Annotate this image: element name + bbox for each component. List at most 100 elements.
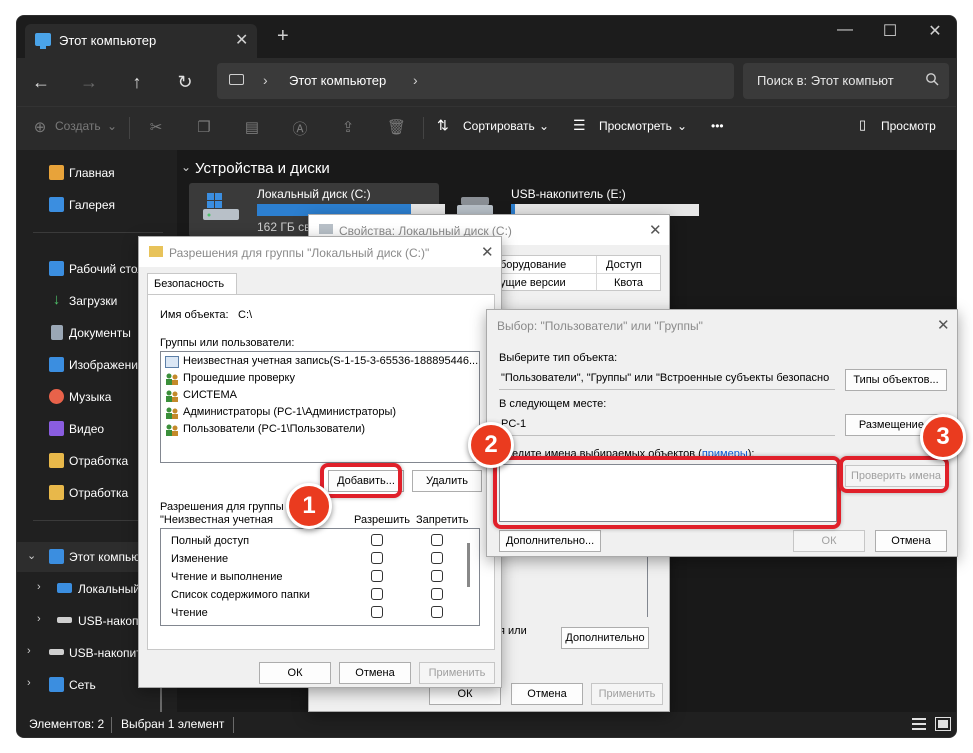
sidebar-item-gallery[interactable]: Галерея — [17, 190, 177, 220]
refresh-button[interactable]: ↻ — [169, 68, 201, 96]
step-badge-1: 1 — [286, 483, 332, 529]
breadcrumb-chevron[interactable]: › — [413, 72, 418, 88]
close-icon[interactable]: ✕ — [481, 243, 494, 261]
chevron-right-icon[interactable]: › — [27, 677, 31, 689]
sort-button[interactable]: Сортировать — [463, 119, 535, 133]
object-name-value: C:\ — [238, 309, 253, 321]
close-window-button[interactable]: ✕ — [912, 21, 956, 41]
cancel-button[interactable]: Отмена — [875, 530, 947, 552]
cancel-button[interactable]: Отмена — [511, 683, 583, 705]
table-cell: ущие версии — [500, 277, 566, 289]
back-button[interactable]: ← — [25, 68, 57, 96]
apply-button[interactable]: Применить — [591, 683, 663, 705]
chevron-down-icon[interactable]: ⌄ — [27, 549, 36, 562]
rename-icon[interactable]: Ⓐ — [291, 118, 309, 138]
list-item[interactable]: Пользователи (PC-1\Пользователи) — [183, 423, 365, 435]
view-button[interactable]: Просмотреть — [599, 119, 672, 133]
download-icon: ↓ — [52, 291, 61, 308]
users-group-icon — [166, 407, 178, 419]
paste-icon[interactable]: ▤ — [243, 118, 261, 136]
create-chevron-icon: ⌄ — [107, 119, 118, 133]
sidebar-item-label: Видео — [69, 422, 105, 436]
ok-button[interactable]: ОК — [259, 662, 331, 684]
create-button[interactable]: Создать — [55, 119, 101, 133]
dialog-title-bar: Выбор: "Пользователи" или "Группы" ✕ — [487, 310, 957, 340]
new-tab-button[interactable]: + — [277, 26, 289, 46]
sidebar-item-label: USB-накопитель — [78, 614, 140, 628]
remove-button[interactable]: Удалить — [412, 470, 482, 492]
chevron-down-icon[interactable]: ⌄ — [181, 160, 191, 174]
cut-icon[interactable]: ✂ — [147, 118, 165, 136]
search-icon — [926, 73, 939, 86]
close-icon[interactable]: ✕ — [937, 316, 950, 334]
deny-checkbox[interactable] — [431, 552, 443, 564]
tab-label: Этот компьютер — [59, 33, 157, 48]
items-count: Элементов: 2 — [29, 717, 105, 731]
list-item[interactable]: Неизвестная учетная запись(S-1-15-3-6553… — [183, 355, 478, 367]
chevron-right-icon[interactable]: › — [27, 645, 31, 657]
highlight-add-button — [320, 463, 402, 498]
allow-checkbox[interactable] — [371, 588, 383, 600]
usb-drive-icon — [57, 617, 72, 623]
maximize-button[interactable]: ☐ — [867, 21, 913, 41]
forward-button[interactable]: → — [73, 68, 105, 96]
list-item[interactable]: СИСТЕМА — [183, 389, 237, 401]
allow-checkbox[interactable] — [371, 534, 383, 546]
allow-checkbox[interactable] — [371, 606, 383, 618]
up-button[interactable]: ↑ — [121, 68, 153, 96]
deny-checkbox[interactable] — [431, 534, 443, 546]
deny-checkbox[interactable] — [431, 588, 443, 600]
chevron-right-icon[interactable]: › — [37, 581, 41, 593]
selection-count: Выбран 1 элемент — [121, 717, 225, 731]
sidebar-item-home[interactable]: Главная — [17, 158, 177, 188]
share-icon[interactable]: ⇪ — [339, 118, 357, 136]
sidebar-item-label: Галерея — [69, 198, 116, 212]
folder-icon — [49, 485, 64, 500]
allow-checkbox[interactable] — [371, 552, 383, 564]
apply-button[interactable]: Применить — [419, 662, 495, 684]
ok-button[interactable]: ОК — [793, 530, 865, 552]
permissions-list: Полный доступ Изменение Чтение и выполне… — [160, 528, 480, 626]
list-border — [647, 551, 651, 617]
copy-icon[interactable]: ❐ — [195, 118, 213, 136]
allow-column-header: Разрешить — [354, 514, 410, 526]
sidebar-item-label: Главная — [69, 166, 115, 180]
permission-name: Изменение — [171, 553, 229, 565]
list-item[interactable]: Прошедшие проверку — [183, 372, 295, 384]
deny-checkbox[interactable] — [431, 570, 443, 582]
close-tab-icon[interactable]: ✕ — [235, 30, 248, 50]
permissions-scrollbar[interactable] — [467, 543, 470, 587]
list-item[interactable]: Администраторы (PC-1\Администраторы) — [183, 406, 396, 418]
advanced-button[interactable]: Дополнительно — [561, 627, 649, 649]
users-list[interactable]: Неизвестная учетная запись(S-1-15-3-6553… — [160, 351, 480, 463]
step-badge-3: 3 — [920, 414, 966, 460]
chevron-right-icon[interactable]: › — [37, 613, 41, 625]
close-icon[interactable]: ✕ — [649, 221, 662, 239]
tiles-view-icon[interactable] — [935, 717, 951, 731]
drive-icon — [319, 224, 333, 234]
allow-checkbox[interactable] — [371, 570, 383, 582]
object-types-button[interactable]: Типы объектов... — [845, 369, 947, 391]
tab-this-pc[interactable]: Этот компьютер ✕ — [25, 24, 257, 58]
sidebar-item-label: Загрузки — [69, 294, 118, 308]
minimize-button[interactable]: — — [822, 21, 868, 39]
details-view-icon[interactable] — [911, 717, 927, 731]
deny-checkbox[interactable] — [431, 606, 443, 618]
sort-icon: ⇅ — [437, 117, 449, 133]
breadcrumb-this-pc[interactable]: Этот компьютер — [289, 73, 386, 88]
more-options-button[interactable]: ••• — [711, 119, 724, 133]
tab-security[interactable]: Безопасность — [147, 273, 237, 295]
toolbar-divider — [423, 117, 424, 139]
cancel-button[interactable]: Отмена — [339, 662, 411, 684]
search-input[interactable]: Поиск в: Этот компьют — [743, 63, 949, 99]
users-group-icon — [166, 373, 178, 385]
address-bar[interactable]: › Этот компьютер › — [217, 63, 734, 99]
delete-icon[interactable]: 🗑 — [387, 118, 406, 136]
advanced-button[interactable]: Дополнительно... — [499, 530, 601, 552]
preview-button[interactable]: Просмотр — [881, 119, 936, 133]
unknown-account-icon — [165, 356, 179, 368]
music-icon — [49, 389, 64, 404]
pictures-icon — [49, 357, 64, 372]
home-icon — [49, 165, 64, 180]
drive-name: Локальный диск (C:) — [257, 187, 371, 201]
